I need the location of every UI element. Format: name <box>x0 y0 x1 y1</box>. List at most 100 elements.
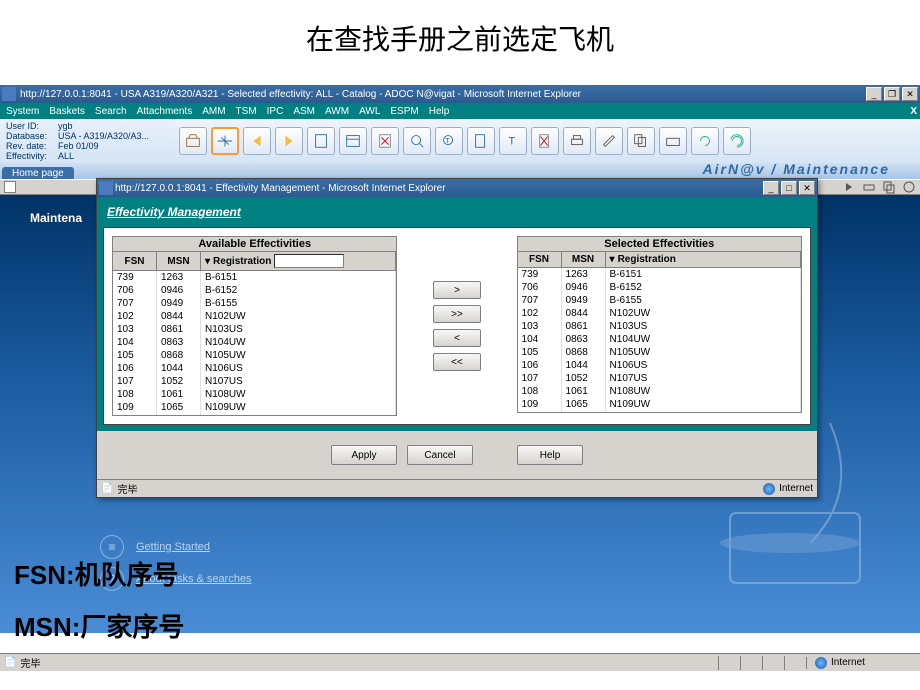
table-row[interactable]: 1081061N108UW <box>113 388 396 401</box>
table-row[interactable]: 1040863N104UW <box>113 336 396 349</box>
selected-col-msn[interactable]: MSN <box>562 252 606 267</box>
tb-search-text-icon[interactable]: T <box>435 127 463 155</box>
app-toolbar-area: User ID:ygb Database:USA - A319/A320/A3.… <box>0 119 920 163</box>
page-title-truncated: Maintena <box>30 211 82 225</box>
tb-calendar-icon[interactable] <box>339 127 367 155</box>
tb-print-icon[interactable] <box>563 127 591 155</box>
home-page-tab[interactable]: Home page <box>2 167 74 179</box>
table-row[interactable]: 1061044N106US <box>113 362 396 375</box>
tb-edit-icon[interactable] <box>595 127 623 155</box>
table-row[interactable]: 1030861N103US <box>113 323 396 336</box>
toggle-icon[interactable] <box>4 181 16 193</box>
menu-awm[interactable]: AWM <box>325 106 349 117</box>
table-row[interactable]: 1091065N109UW <box>113 401 396 414</box>
available-list[interactable]: 7391263B-61517060946B-61527070949B-61551… <box>112 270 397 416</box>
tb-back-icon[interactable] <box>243 127 271 155</box>
move-right-button[interactable]: > <box>433 281 481 299</box>
menu-system[interactable]: System <box>6 106 39 117</box>
apply-button[interactable]: Apply <box>331 445 397 465</box>
dialog-header: Effectivity Management <box>103 203 811 227</box>
menu-espm[interactable]: ESPM <box>390 106 418 117</box>
globe-icon <box>815 657 827 669</box>
table-row[interactable]: 1071052N107US <box>113 375 396 388</box>
outer-zone-text: Internet <box>831 657 865 668</box>
menu-amm[interactable]: AMM <box>202 106 225 117</box>
menu-awl[interactable]: AWL <box>359 106 380 117</box>
table-row[interactable]: 1101112N110UW <box>518 411 801 413</box>
table-row[interactable]: 1030861N103US <box>518 320 801 333</box>
menubar-close-icon[interactable]: X <box>910 106 917 117</box>
table-row[interactable]: 7060946B-6152 <box>518 281 801 294</box>
table-row[interactable]: 7391263B-6151 <box>518 268 801 281</box>
tb-forward-icon[interactable] <box>275 127 303 155</box>
table-row[interactable]: 7070949B-6155 <box>113 297 396 310</box>
close-button[interactable]: ✕ <box>902 87 918 101</box>
reg-label: Registration <box>618 254 676 265</box>
dialog-maximize-button[interactable]: □ <box>781 181 797 195</box>
table-row[interactable]: 1050868N105UW <box>113 349 396 362</box>
move-all-right-button[interactable]: >> <box>433 305 481 323</box>
nav-next-icon[interactable] <box>842 180 856 194</box>
dialog-minimize-button[interactable]: _ <box>763 181 779 195</box>
menu-asm[interactable]: ASM <box>293 106 315 117</box>
menu-attachments[interactable]: Attachments <box>137 106 193 117</box>
table-row[interactable]: 1040863N104UW <box>518 333 801 346</box>
copy-small-icon[interactable] <box>882 180 896 194</box>
tb-basket-icon[interactable] <box>179 127 207 155</box>
tb-search-page-icon[interactable] <box>403 127 431 155</box>
page-icon: 📄 <box>101 483 113 494</box>
outer-title-text: http://127.0.0.1:8041 - USA A319/A320/A3… <box>2 89 864 100</box>
selected-col-reg[interactable]: ▾ Registration <box>606 252 801 267</box>
menu-tsm[interactable]: TSM <box>236 106 257 117</box>
selected-col-fsn[interactable]: FSN <box>518 252 562 267</box>
table-row[interactable]: 1050868N105UW <box>518 346 801 359</box>
dialog-zone-text: Internet <box>779 483 813 494</box>
available-col-fsn[interactable]: FSN <box>113 252 157 270</box>
tb-text-select-icon[interactable]: T <box>499 127 527 155</box>
rev-date-value: Feb 01/09 <box>58 141 99 151</box>
effectivity-value: ALL <box>58 151 74 161</box>
tb-refresh-all-icon[interactable] <box>723 127 751 155</box>
move-all-left-button[interactable]: << <box>433 353 481 371</box>
table-row[interactable]: 1071052N107US <box>518 372 801 385</box>
selected-list[interactable]: 7391263B-61517060946B-61527070949B-61551… <box>517 267 802 413</box>
available-col-reg[interactable]: ▾ Registration <box>201 252 396 270</box>
fsn-annotation: FSN:机队序号 <box>14 555 184 592</box>
tb-book-icon[interactable] <box>307 127 335 155</box>
tb-doc-select-icon[interactable] <box>467 127 495 155</box>
link-small-icon[interactable] <box>902 180 916 194</box>
print-small-icon[interactable] <box>862 180 876 194</box>
move-left-button[interactable]: < <box>433 329 481 347</box>
table-row[interactable]: 7060946B-6152 <box>113 284 396 297</box>
user-id-value: ygb <box>58 121 73 131</box>
tb-aircraft-icon[interactable] <box>211 127 239 155</box>
reg-label: Registration <box>213 256 271 267</box>
table-row[interactable]: 1081061N108UW <box>518 385 801 398</box>
menu-ipc[interactable]: IPC <box>267 106 284 117</box>
available-panel: Available Effectivities FSN MSN ▾ Regist… <box>112 236 397 416</box>
tb-forms-icon[interactable] <box>627 127 655 155</box>
table-row[interactable]: 1091065N109UW <box>518 398 801 411</box>
table-row[interactable]: 1061044N106US <box>518 359 801 372</box>
restore-button[interactable]: ❐ <box>884 87 900 101</box>
dialog-close-button[interactable]: ✕ <box>799 181 815 195</box>
registration-filter-input[interactable] <box>274 254 344 268</box>
table-row[interactable]: 1101112N110UW <box>113 414 396 416</box>
menu-help[interactable]: Help <box>429 106 450 117</box>
tb-cancel-doc-icon[interactable] <box>371 127 399 155</box>
selected-title: Selected Effectivities <box>517 236 802 252</box>
available-col-msn[interactable]: MSN <box>157 252 201 270</box>
minimize-button[interactable]: _ <box>866 87 882 101</box>
table-row[interactable]: 1020844N102UW <box>518 307 801 320</box>
tb-doc-cancel-icon[interactable] <box>531 127 559 155</box>
getting-started-link[interactable]: Getting Started <box>136 541 210 553</box>
help-button[interactable]: Help <box>517 445 583 465</box>
cancel-button[interactable]: Cancel <box>407 445 473 465</box>
tb-printer-icon[interactable] <box>659 127 687 155</box>
table-row[interactable]: 7391263B-6151 <box>113 271 396 284</box>
menu-baskets[interactable]: Baskets <box>49 106 85 117</box>
menu-search[interactable]: Search <box>95 106 127 117</box>
table-row[interactable]: 1020844N102UW <box>113 310 396 323</box>
table-row[interactable]: 7070949B-6155 <box>518 294 801 307</box>
tb-refresh-icon[interactable] <box>691 127 719 155</box>
